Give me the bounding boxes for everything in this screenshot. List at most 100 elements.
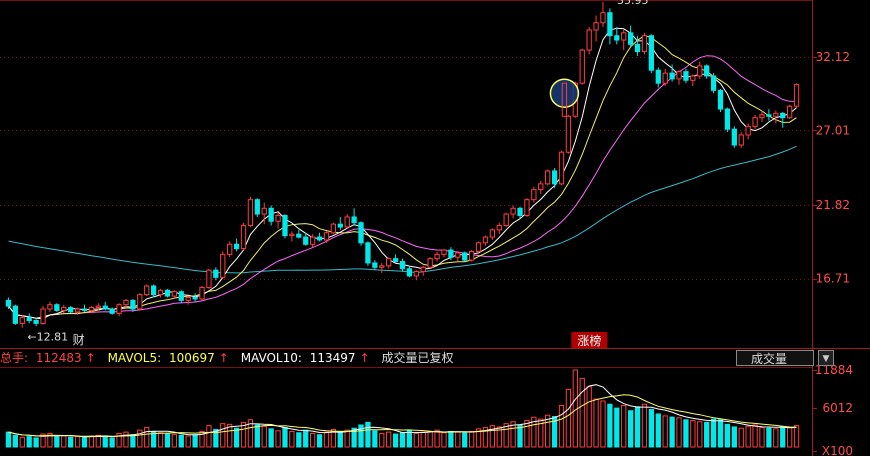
volume-axis: 118846012X100 (812, 363, 853, 456)
candle-body (178, 291, 184, 301)
volume-bar (641, 403, 648, 448)
candle-body (296, 233, 302, 238)
volume-bar (517, 424, 523, 448)
low-price-label: ←12.81 (27, 331, 68, 344)
volume-bar (441, 432, 447, 448)
volume-bar (420, 431, 426, 448)
indicator-select[interactable]: 成交量 (736, 350, 814, 366)
candle-body (621, 32, 627, 41)
candle-body (627, 32, 634, 45)
volume-bar (690, 419, 696, 448)
candle-body (427, 258, 433, 268)
candle-body (551, 170, 558, 185)
candle-body (358, 222, 364, 244)
volume-bar (61, 435, 67, 448)
candle-body (413, 271, 419, 277)
candle-body (538, 183, 544, 191)
volume-bar (455, 431, 461, 448)
candle-body (337, 223, 343, 228)
volume-bar (558, 405, 565, 448)
volume-bar (745, 425, 751, 448)
candle-body (420, 266, 426, 273)
candle-body (600, 12, 606, 24)
volume-bar (683, 419, 689, 448)
event-tag-low: 财 (73, 333, 85, 347)
event-tag-high: 涨榜 (577, 333, 601, 348)
candle-body (12, 305, 19, 324)
candle-body (392, 258, 399, 263)
volume-bar (752, 424, 758, 448)
volume-bar (773, 428, 779, 448)
volume-bar (102, 436, 108, 448)
candle-body (303, 236, 309, 245)
candle-body (102, 305, 108, 310)
candle-body (482, 236, 489, 244)
candle-body (531, 189, 537, 201)
candle-body (434, 253, 440, 260)
volume-tick-label: X100 (822, 444, 853, 456)
volume-bar (220, 423, 226, 448)
volume-bar (144, 427, 150, 448)
candle-body (676, 71, 682, 80)
volume-bar (565, 388, 572, 448)
candle-body (386, 258, 392, 267)
candle-body (5, 299, 12, 307)
candle-body (641, 35, 648, 53)
volume-bar (386, 431, 392, 448)
candle-body (19, 317, 25, 324)
candle-body (81, 308, 88, 311)
y-tick-label: 21.82 (816, 198, 850, 212)
candle-body (233, 243, 240, 250)
candle-body (586, 29, 592, 51)
volume-bar (448, 430, 454, 448)
candle-body (496, 225, 502, 231)
candle-body (662, 72, 668, 84)
volume-bar (206, 425, 212, 448)
candle-body (752, 117, 758, 127)
candle-body (206, 269, 212, 288)
volume-bar (724, 423, 731, 448)
volume-bar (607, 403, 613, 448)
volume-bar (372, 430, 378, 448)
chevron-down-icon[interactable]: ▼ (818, 350, 834, 366)
candle-body (26, 317, 32, 322)
candle-body (88, 307, 95, 311)
volume-bar (303, 429, 309, 448)
candle-body (704, 65, 710, 77)
volume-bar (669, 416, 675, 448)
candle-body (33, 320, 39, 324)
candle-body (545, 170, 551, 185)
candle-body (144, 285, 150, 296)
candle-body (697, 65, 703, 77)
candle-body (116, 304, 122, 314)
volume-bar (697, 421, 703, 448)
candle-body (109, 308, 115, 314)
volume-bar (123, 431, 129, 448)
candle-body (738, 134, 744, 146)
volume-bar (254, 424, 260, 448)
volume-bar (12, 434, 19, 448)
volume-bar (171, 434, 178, 448)
volume-bar (786, 427, 793, 448)
volume-bar (717, 419, 724, 448)
volume-bar (95, 434, 101, 448)
candle-body (157, 289, 164, 296)
candle-body (614, 35, 620, 41)
volume-bar (392, 433, 399, 448)
volume-bar (164, 433, 171, 448)
candle-body (683, 71, 689, 81)
volume-bar (365, 421, 371, 448)
candle-body (220, 253, 226, 278)
candle-body (489, 229, 496, 238)
candle-body (185, 296, 191, 301)
volume-bar (323, 431, 330, 448)
candle-body (607, 12, 613, 37)
candle-body (323, 232, 330, 241)
candle-body (710, 75, 717, 91)
candle-body (137, 294, 143, 310)
volume-bar (627, 410, 634, 448)
volume-bar (275, 430, 281, 448)
candle-body (724, 108, 731, 130)
candle-body (227, 243, 233, 255)
y-tick-label: 32.12 (816, 50, 850, 64)
